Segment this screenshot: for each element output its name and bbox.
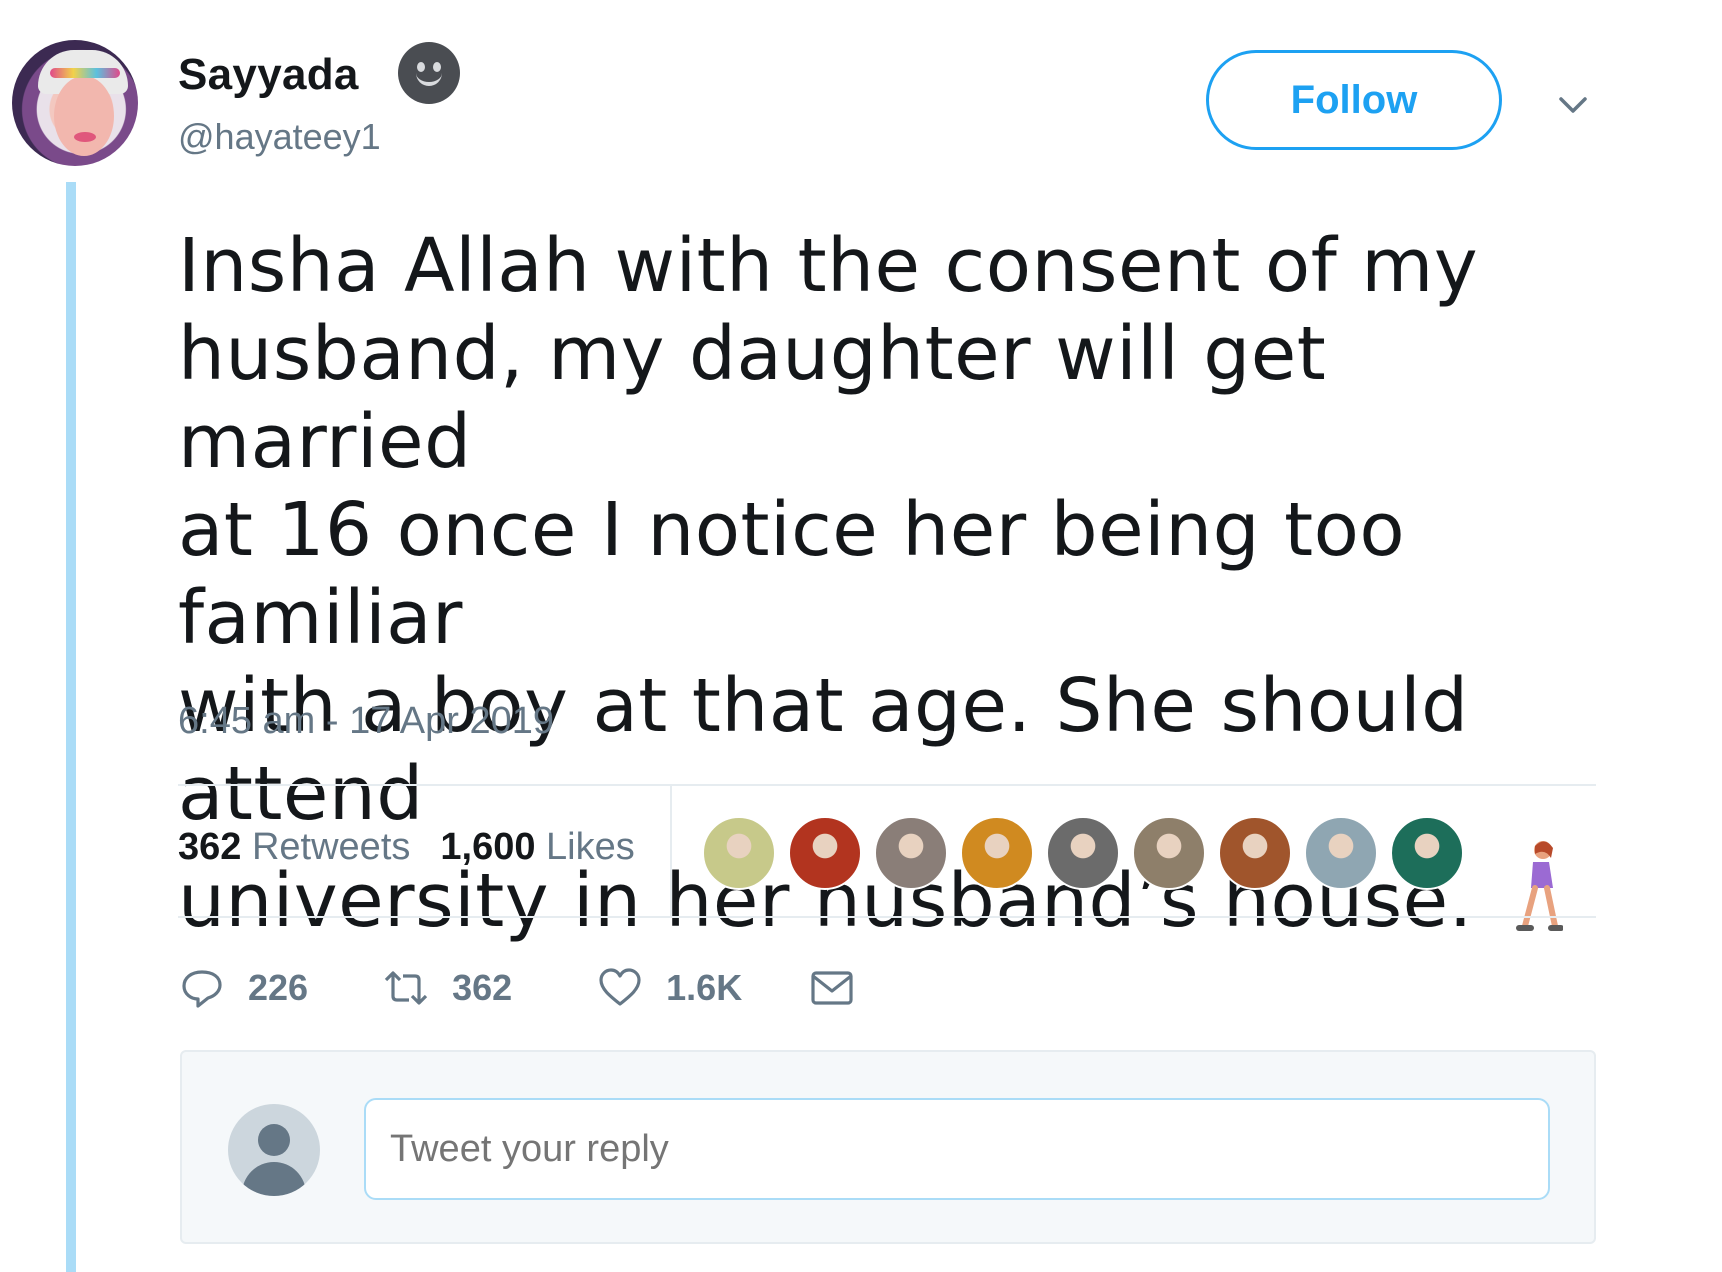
- follow-button[interactable]: Follow: [1206, 50, 1502, 150]
- reply-count: 226: [248, 967, 309, 1008]
- avatar-headband: [50, 68, 120, 78]
- like-action[interactable]: 1.6K: [596, 964, 742, 1012]
- reply-action[interactable]: 226: [178, 964, 308, 1012]
- reply-box: [180, 1050, 1596, 1244]
- liker-avatar[interactable]: [788, 816, 862, 890]
- retweets-stat-count: 362: [178, 826, 242, 868]
- thread-line: [66, 182, 76, 1272]
- like-count: 1.6K: [666, 967, 743, 1008]
- liker-avatar[interactable]: [1132, 816, 1206, 890]
- author-handle[interactable]: @hayateey1: [178, 116, 381, 158]
- retweets-stat[interactable]: 362 Retweets: [178, 826, 410, 869]
- liker-avatar[interactable]: [874, 816, 948, 890]
- author-avatar[interactable]: [12, 40, 138, 166]
- tweet-line: at 16 once I notice her being too famili…: [178, 487, 1406, 661]
- liker-avatars: [702, 816, 1464, 890]
- engagement-stats: 362 Retweets 1,600 Likes: [178, 826, 635, 869]
- divider: [178, 916, 1596, 918]
- avatar-lips: [74, 132, 96, 142]
- liker-avatar[interactable]: [1218, 816, 1292, 890]
- divider: [178, 784, 1596, 786]
- neutral-face-emoji-icon: [398, 42, 460, 104]
- direct-message-icon[interactable]: [808, 964, 856, 1012]
- liker-avatar[interactable]: [960, 816, 1034, 890]
- tweet-timestamp[interactable]: 6:45 am - 17 Apr 2019: [178, 700, 554, 743]
- reply-input[interactable]: [364, 1098, 1550, 1200]
- retweets-stat-label: Retweets: [251, 826, 411, 868]
- retweet-count: 362: [452, 967, 513, 1008]
- author-name[interactable]: Sayyada: [178, 50, 359, 100]
- liker-avatar[interactable]: [1390, 816, 1464, 890]
- current-user-avatar: [228, 1104, 320, 1196]
- liker-avatar[interactable]: [702, 816, 776, 890]
- tweet-line: with a boy at that age. She should atten…: [178, 663, 1469, 837]
- tweet-line: husband, my daughter will get married: [178, 311, 1327, 485]
- tweet-line: Insha Allah with the consent of my: [178, 223, 1479, 309]
- liker-avatar[interactable]: [1304, 816, 1378, 890]
- like-icon[interactable]: [596, 964, 644, 1012]
- avatar-face: [54, 76, 114, 156]
- liker-avatar[interactable]: [1046, 816, 1120, 890]
- likes-stat-count: 1,600: [440, 826, 536, 868]
- retweet-icon[interactable]: [382, 964, 430, 1012]
- retweet-action[interactable]: 362: [382, 964, 512, 1012]
- likes-stat[interactable]: 1,600 Likes: [440, 826, 634, 869]
- woman-walking-emoji-icon: [1513, 838, 1564, 934]
- direct-message-action[interactable]: [808, 964, 856, 1012]
- stats-divider: [670, 784, 672, 916]
- likes-stat-label: Likes: [546, 826, 635, 868]
- reply-icon[interactable]: [178, 964, 226, 1012]
- chevron-down-icon[interactable]: [1556, 88, 1590, 122]
- tweet-actions: 226 362 1.6K: [178, 958, 856, 1018]
